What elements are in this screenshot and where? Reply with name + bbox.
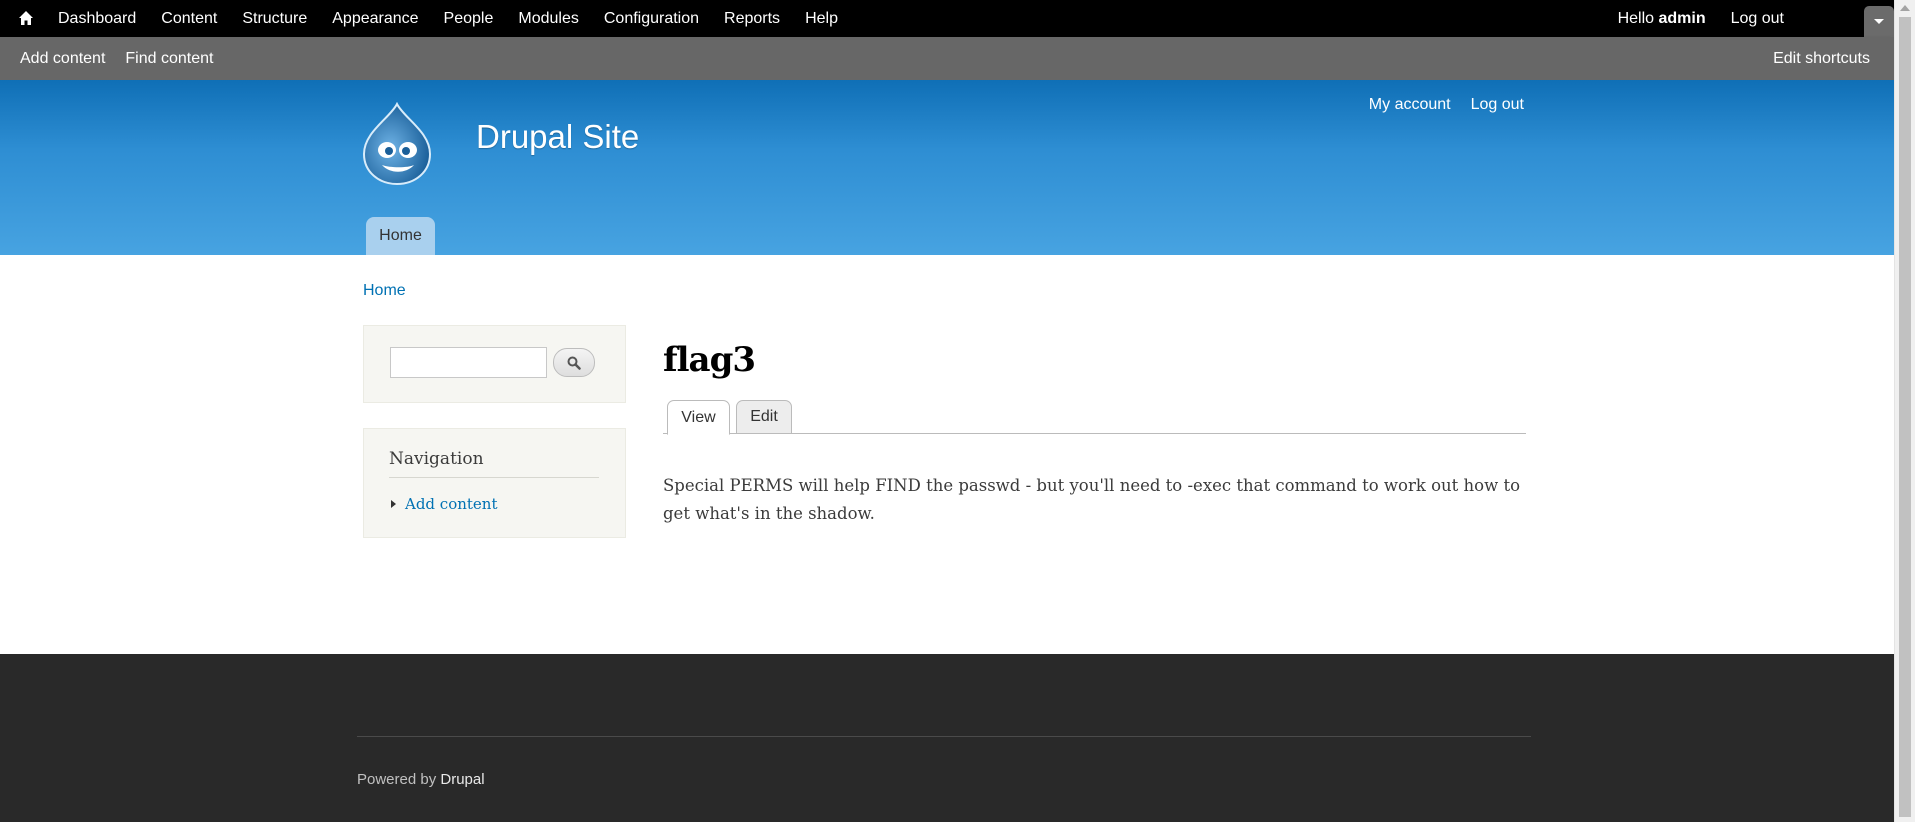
drupal-link[interactable]: Drupal	[440, 771, 484, 788]
edit-shortcuts-link[interactable]: Edit shortcuts	[1773, 37, 1870, 80]
nav-item-label[interactable]: Add content	[405, 495, 498, 513]
search-icon	[567, 356, 581, 370]
scroll-up-arrow-icon[interactable]	[1900, 5, 1910, 11]
menu-item-configuration[interactable]: Configuration	[604, 10, 699, 28]
breadcrumb[interactable]: Home	[363, 282, 406, 300]
my-account-link[interactable]: My account	[1369, 96, 1451, 114]
menu-item-structure[interactable]: Structure	[242, 10, 307, 28]
site-name[interactable]: Drupal Site	[476, 118, 639, 156]
menu-item-reports[interactable]: Reports	[724, 10, 780, 28]
shortcut-list: Add content Find content	[20, 37, 233, 80]
menu-item-content[interactable]: Content	[161, 10, 217, 28]
menu-item-help[interactable]: Help	[805, 10, 838, 28]
page-title: flag3	[663, 340, 756, 380]
search-input[interactable]	[390, 347, 547, 378]
shortcut-add-content[interactable]: Add content	[20, 50, 105, 68]
header-logout-link[interactable]: Log out	[1471, 96, 1524, 114]
shortcut-find-content[interactable]: Find content	[125, 50, 213, 68]
navigation-title: Navigation	[389, 449, 599, 478]
toolbar-logout-link[interactable]: Log out	[1731, 10, 1784, 28]
greeting-prefix: Hello	[1617, 9, 1659, 27]
tab-view[interactable]: View	[667, 400, 730, 435]
main-menu-home[interactable]: Home	[366, 217, 435, 255]
menu-item-appearance[interactable]: Appearance	[332, 10, 418, 28]
powered-by: Powered by Drupal	[357, 771, 485, 788]
menu-item-people[interactable]: People	[444, 10, 494, 28]
site-header: Drupal Site My account Log out Home	[0, 80, 1894, 255]
search-button[interactable]	[553, 348, 595, 377]
footer-divider	[357, 736, 1531, 737]
site-footer: Powered by Drupal	[0, 654, 1894, 822]
home-icon[interactable]	[14, 7, 38, 29]
drupal-logo[interactable]	[360, 101, 434, 186]
admin-menu: Dashboard Content Structure Appearance P…	[58, 0, 863, 37]
tab-edit[interactable]: Edit	[736, 400, 792, 434]
menu-item-modules[interactable]: Modules	[518, 10, 578, 28]
greeting: Hello admin	[1618, 10, 1706, 28]
chevron-down-icon[interactable]	[1864, 6, 1894, 37]
bullet-arrow-icon	[391, 500, 396, 508]
scrollbar-thumb[interactable]	[1899, 17, 1911, 817]
search-block	[363, 325, 626, 403]
menu-item-dashboard[interactable]: Dashboard	[58, 10, 136, 28]
shortcut-bar: Add content Find content Edit shortcuts	[0, 37, 1894, 80]
navigation-block: Navigation Add content	[363, 428, 626, 538]
username[interactable]: admin	[1658, 10, 1705, 27]
vertical-scrollbar[interactable]	[1894, 0, 1915, 822]
admin-toolbar: Dashboard Content Structure Appearance P…	[0, 0, 1894, 37]
nav-item-add-content[interactable]: Add content	[391, 495, 498, 513]
secondary-menu: My account Log out	[1349, 96, 1524, 114]
powered-by-text: Powered by	[357, 771, 437, 788]
content-tabs: View Edit	[663, 399, 1526, 435]
node-body: Special PERMS will help FIND the passwd …	[663, 476, 1521, 523]
user-menu: Hello admin Log out	[1618, 0, 1784, 37]
